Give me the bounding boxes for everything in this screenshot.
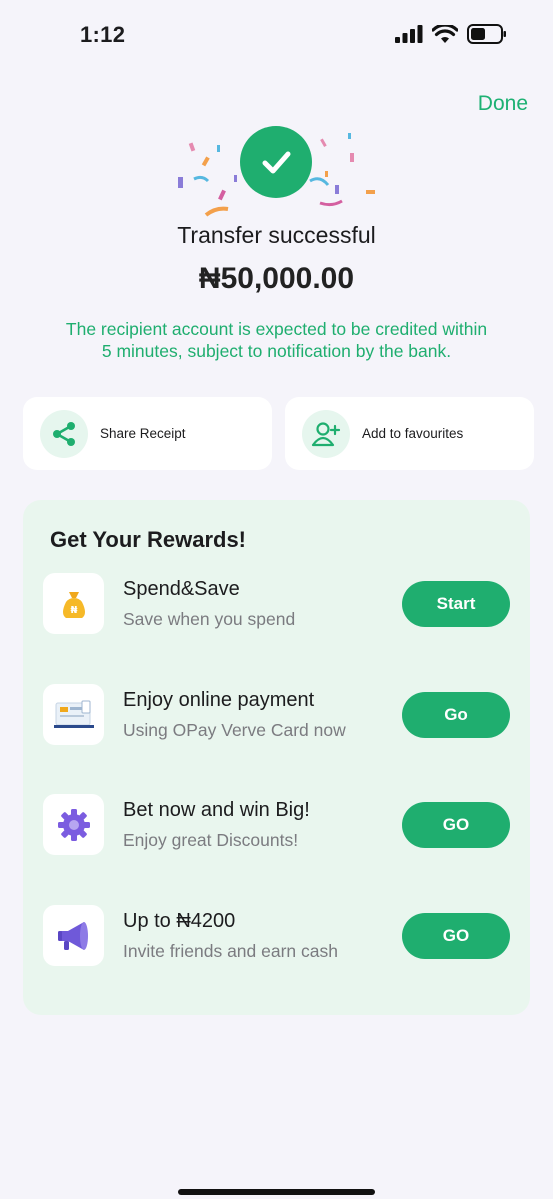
status-icons bbox=[395, 24, 507, 44]
wifi-icon bbox=[432, 24, 458, 43]
megaphone-icon bbox=[43, 905, 104, 966]
money-bag-icon: ₦ bbox=[43, 573, 104, 634]
reward-item-spend-save: ₦ Spend&Save Save when you spend Start bbox=[23, 573, 530, 637]
reward-item-invite: Up to ₦4200 Invite friends and earn cash… bbox=[23, 905, 530, 969]
add-user-icon bbox=[302, 409, 350, 458]
add-to-favourites-button[interactable]: Add to favourites bbox=[285, 397, 534, 470]
go-button[interactable]: GO bbox=[402, 802, 510, 848]
cellular-signal-icon bbox=[395, 25, 423, 43]
reward-title: Bet now and win Big! bbox=[123, 799, 310, 821]
start-button[interactable]: Start bbox=[402, 581, 510, 627]
home-indicator bbox=[178, 1189, 375, 1195]
reward-subtitle: Invite friends and earn cash bbox=[123, 941, 338, 961]
online-payment-icon bbox=[43, 684, 104, 745]
reward-title: Enjoy online payment bbox=[123, 689, 315, 711]
battery-icon bbox=[467, 24, 506, 44]
result-title: Transfer successful bbox=[177, 222, 376, 248]
svg-text:₦: ₦ bbox=[70, 605, 77, 616]
done-button[interactable]: Done bbox=[478, 92, 528, 116]
reward-title: Up to ₦4200 bbox=[123, 910, 236, 932]
transfer-success-screen: 1:12 Done Transfer successful ₦50,000.00… bbox=[0, 0, 553, 1199]
share-receipt-label: Share Receipt bbox=[100, 426, 186, 441]
gear-badge-icon bbox=[43, 794, 104, 855]
success-check-icon bbox=[240, 126, 312, 198]
status-time: 1:12 bbox=[80, 22, 126, 47]
reward-subtitle: Using OPay Verve Card now bbox=[123, 720, 346, 740]
transfer-amount: ₦50,000.00 bbox=[198, 262, 355, 295]
go-button[interactable]: Go bbox=[402, 692, 510, 738]
share-receipt-button[interactable]: Share Receipt bbox=[23, 397, 272, 470]
share-icon bbox=[40, 409, 88, 458]
reward-title: Spend&Save bbox=[123, 578, 240, 600]
reward-item-bet: Bet now and win Big! Enjoy great Discoun… bbox=[23, 794, 530, 858]
add-to-favourites-label: Add to favourites bbox=[362, 426, 464, 441]
credit-notice: The recipient account is expected to be … bbox=[65, 319, 488, 361]
go-button[interactable]: GO bbox=[402, 913, 510, 959]
reward-subtitle: Enjoy great Discounts! bbox=[123, 830, 299, 850]
rewards-title: Get Your Rewards! bbox=[50, 527, 247, 552]
reward-subtitle: Save when you spend bbox=[123, 609, 296, 629]
reward-item-online-payment: Enjoy online payment Using OPay Verve Ca… bbox=[23, 684, 530, 748]
rewards-panel: Get Your Rewards! ₦ Spend&Save Save when… bbox=[23, 500, 530, 1015]
